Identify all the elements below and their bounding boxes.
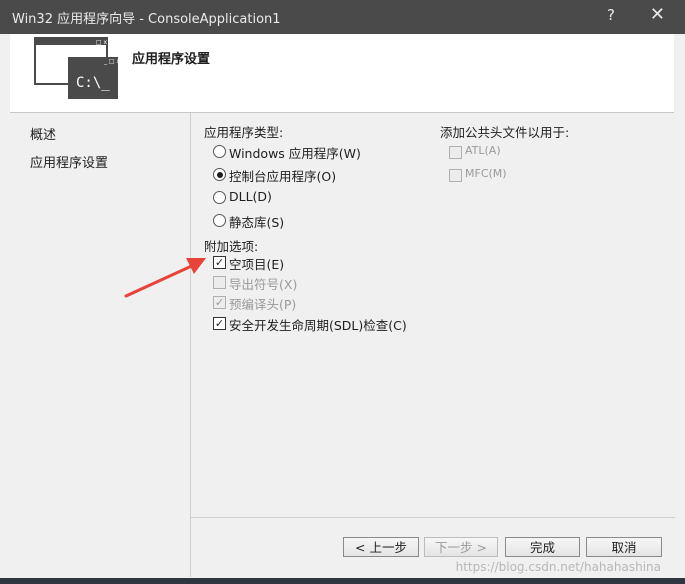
checkbox-precompiled-header[interactable]: ✓ (213, 296, 226, 309)
help-icon[interactable]: ? (607, 6, 615, 24)
console-prompt-text: C:\_ (76, 75, 110, 91)
radio-static-lib-label[interactable]: 静态库(S) (229, 212, 284, 231)
radio-selected-dot (216, 171, 223, 178)
finish-button[interactable]: 完成 (505, 537, 580, 557)
sidebar-item-overview[interactable]: 概述 (30, 124, 56, 143)
wizard-window: Win32 应用程序向导 - ConsoleApplication1 ? ✕ _… (0, 0, 685, 580)
checkbox-atl-label[interactable]: ATL(A) (465, 144, 501, 157)
sidebar-item-app-settings[interactable]: 应用程序设置 (30, 152, 108, 171)
page-title: 应用程序设置 (132, 52, 211, 67)
checkbox-mfc-label[interactable]: MFC(M) (465, 167, 507, 180)
checkbox-sdl-checks-label[interactable]: 安全开发生命周期(SDL)检查(C) (229, 315, 407, 334)
wizard-sidebar: 概述 应用程序设置 (10, 113, 188, 577)
taskbar-edge (0, 578, 685, 584)
window-title: Win32 应用程序向导 - ConsoleApplication1 (12, 12, 281, 27)
checkbox-empty-project[interactable]: ✓ (213, 256, 226, 269)
footer-divider (191, 517, 675, 518)
checkbox-atl[interactable] (449, 146, 462, 159)
wizard-header: _ □ x _ □ x C:\_ 应用程序设置 (10, 34, 674, 113)
prev-button[interactable]: < 上一步 (343, 537, 419, 557)
radio-dll-label[interactable]: DLL(D) (229, 189, 272, 204)
annotation-arrow (124, 258, 206, 298)
radio-console-app-label[interactable]: 控制台应用程序(O) (229, 166, 336, 185)
checkbox-export-symbols[interactable] (213, 276, 226, 289)
cancel-button[interactable]: 取消 (586, 537, 662, 557)
icon-window-controls: _ □ x (90, 39, 107, 46)
watermark: https://blog.csdn.net/hahahashina (455, 560, 661, 574)
radio-console-app[interactable] (213, 168, 226, 181)
checkbox-empty-project-label[interactable]: 空项目(E) (229, 254, 284, 273)
checkbox-mfc[interactable] (449, 169, 462, 182)
checkbox-sdl-checks[interactable]: ✓ (213, 317, 226, 330)
extra-options-label: 附加选项: (204, 239, 259, 254)
checkbox-export-symbols-label[interactable]: 导出符号(X) (229, 274, 297, 293)
next-button[interactable]: 下一步 > (424, 537, 498, 557)
checkbox-precompiled-header-label[interactable]: 预编译头(P) (229, 294, 296, 313)
radio-windows-app-label[interactable]: Windows 应用程序(W) (229, 143, 361, 162)
radio-windows-app[interactable] (213, 145, 226, 158)
radio-static-lib[interactable] (213, 214, 226, 227)
title-bar: Win32 应用程序向导 - ConsoleApplication1 ? ✕ (0, 0, 685, 34)
common-headers-label: 添加公共头文件以用于: (440, 125, 570, 140)
console-app-icon: _ □ x _ □ x C:\_ (34, 37, 120, 99)
svg-text:_ □ x: _ □ x (103, 58, 120, 65)
settings-panel: 应用程序类型: Windows 应用程序(W) 控制台应用程序(O) DLL(D… (190, 113, 675, 577)
app-type-label: 应用程序类型: (204, 125, 284, 140)
radio-dll[interactable] (213, 191, 226, 204)
close-icon[interactable]: ✕ (650, 4, 665, 25)
